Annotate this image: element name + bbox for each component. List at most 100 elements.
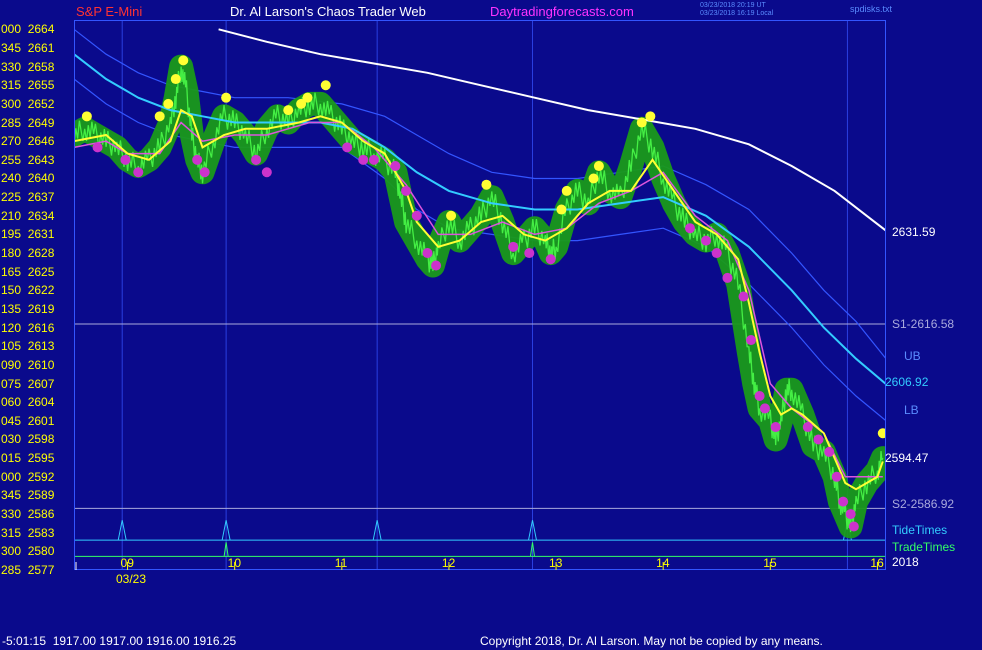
magenta-dot <box>133 167 144 178</box>
y-tick-label: 330 2658 <box>1 59 55 74</box>
x-tick-label: 09 <box>120 556 134 570</box>
y-tick-label: 075 2607 <box>1 376 55 391</box>
magenta-dot <box>192 154 203 165</box>
symbol-title: S&P E-Mini <box>76 4 143 19</box>
white-last-label: 2631.59 <box>892 225 936 239</box>
y-tick-label: 345 2661 <box>1 40 55 55</box>
x-tick-label: 12 <box>441 556 456 570</box>
magenta-dot <box>199 167 210 178</box>
y-tick-label: 255 2643 <box>1 152 55 167</box>
yellow-dot <box>81 111 92 122</box>
y-tick-label: 225 2637 <box>1 190 55 205</box>
x-tick-label: 16 <box>870 556 884 570</box>
yellow-dot <box>154 111 165 122</box>
magenta-dot <box>711 248 722 259</box>
magenta-dot <box>759 403 770 414</box>
yellow-dot <box>561 185 572 196</box>
magenta-dot <box>738 291 749 302</box>
yellow-dot <box>636 117 647 128</box>
magenta-dot <box>390 161 401 172</box>
site-link[interactable]: Daytradingforecasts.com <box>490 4 634 19</box>
magenta-dot <box>813 434 824 445</box>
yellow-dot <box>178 55 189 66</box>
x-tick-label: 10 <box>227 556 242 570</box>
yellow-dot <box>645 111 656 122</box>
y-tick-label: 330 2586 <box>1 507 55 522</box>
y-tick-label: 315 2583 <box>1 525 55 540</box>
site-title: Dr. Al Larson's Chaos Trader Web <box>230 4 426 19</box>
yellow-dot <box>593 161 604 172</box>
yellow-dot <box>588 173 599 184</box>
magenta-dot <box>845 509 856 520</box>
yellow-dot <box>481 179 492 190</box>
yellow-dot <box>320 80 331 91</box>
magenta-dot <box>508 241 519 252</box>
magenta-dot <box>342 142 353 153</box>
price-chart[interactable] <box>74 20 886 570</box>
magenta-dot <box>701 235 712 246</box>
magenta-dot <box>422 248 433 259</box>
x-tick-label: 15 <box>763 556 777 570</box>
yellow-dot <box>302 92 313 103</box>
y-tick-label: 300 2652 <box>1 96 55 111</box>
magenta-dot <box>684 223 695 234</box>
y-tick-label: 240 2640 <box>1 171 55 186</box>
x-tick-label: 14 <box>656 556 670 570</box>
year-label: 2018 <box>892 555 919 569</box>
s2-label: S2-2586.92 <box>892 497 955 511</box>
magenta-dot <box>411 210 422 221</box>
magenta-dot <box>545 254 556 265</box>
trade-times-label: TradeTimes <box>892 540 956 554</box>
magenta-dot <box>838 496 849 507</box>
y-tick-label: 345 2589 <box>1 488 55 503</box>
price-last-label: 2594.47 <box>885 451 929 465</box>
magenta-dot <box>401 185 412 196</box>
x-tick-label: 13 <box>549 556 563 570</box>
y-tick-label: 165 2625 <box>1 264 55 279</box>
y-tick-label: 000 2592 <box>1 469 55 484</box>
y-tick-label: 000 2664 <box>1 22 55 37</box>
magenta-dot <box>831 471 842 482</box>
magenta-dot <box>824 446 835 457</box>
y-tick-label: 060 2604 <box>1 395 55 410</box>
y-tick-label: 030 2598 <box>1 432 55 447</box>
yellow-dot <box>221 92 232 103</box>
y-tick-label: 315 2655 <box>1 78 55 93</box>
price-readout: -5:01:15 1917.00 1917.00 1916.00 1916.25 <box>2 634 237 648</box>
s1-label: S1-2616.58 <box>892 317 955 331</box>
y-tick-label: 120 2616 <box>1 320 55 335</box>
tide-times-label: TideTimes <box>892 523 948 537</box>
upper-band-label: UB <box>904 349 921 363</box>
timestamp-local: 03/23/2018 16:19 Local <box>700 10 774 17</box>
x-tick-label: 11 <box>334 556 348 570</box>
y-tick-label: 045 2601 <box>1 413 55 428</box>
y-tick-label: 285 2577 <box>1 563 55 577</box>
magenta-dot <box>802 422 813 433</box>
magenta-dot <box>358 154 369 165</box>
y-tick-label: 195 2631 <box>1 227 55 242</box>
magenta-dot <box>524 248 535 259</box>
magenta-dot <box>848 521 859 532</box>
magenta-dot <box>722 272 733 283</box>
magenta-dot <box>746 335 757 346</box>
yellow-dot <box>283 105 294 116</box>
timestamp-utc: 03/23/2018 20:19 UT <box>700 2 766 9</box>
y-tick-label: 180 2628 <box>1 246 55 261</box>
magenta-dot <box>251 154 262 165</box>
y-tick-label: 270 2646 <box>1 134 55 149</box>
yellow-dot <box>556 204 567 215</box>
y-tick-label: 105 2613 <box>1 339 55 354</box>
magenta-dot <box>770 422 781 433</box>
date-label: 03/23 <box>116 572 147 586</box>
y-tick-label: 210 2634 <box>1 208 55 223</box>
y-tick-label: 135 2619 <box>1 301 55 316</box>
y-tick-label: 150 2622 <box>1 283 55 298</box>
copyright: Copyright 2018, Dr. Al Larson. May not b… <box>480 634 823 648</box>
white-average-line <box>218 28 886 232</box>
yellow-dot <box>170 74 181 85</box>
lower-band-label: LB <box>904 403 919 417</box>
yellow-dot <box>163 98 174 109</box>
yellow-dot <box>877 428 886 439</box>
corner-note: spdisks.txt <box>850 4 893 14</box>
y-tick-label: 090 2610 <box>1 357 55 372</box>
